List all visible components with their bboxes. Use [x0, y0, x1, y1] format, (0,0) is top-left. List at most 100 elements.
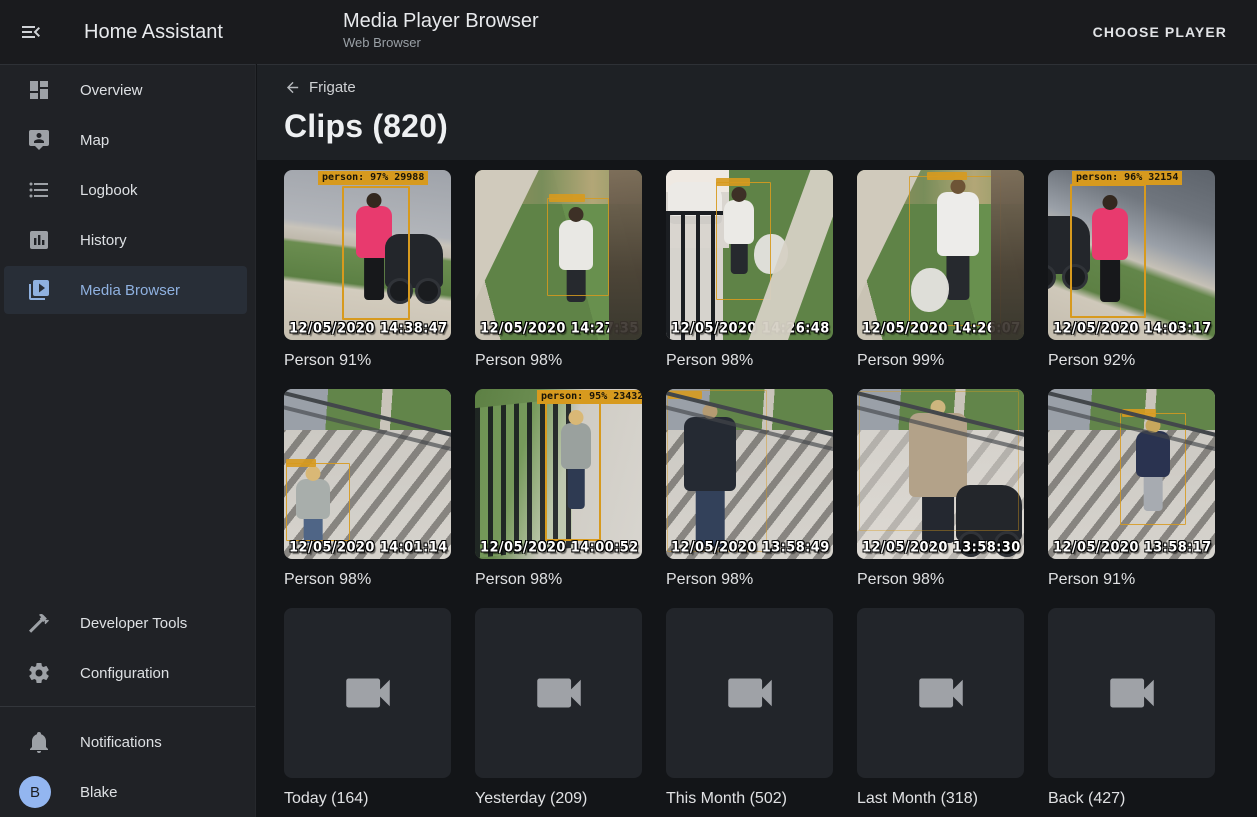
media-browser-header: Frigate Clips (820): [257, 64, 1257, 160]
folder-thumbnail[interactable]: [1048, 608, 1215, 778]
clip-thumbnail[interactable]: 12/05/2020 13:58:49: [666, 389, 833, 559]
gear-icon: [27, 661, 51, 685]
folder-card-yesterday: Yesterday (209): [475, 608, 642, 809]
tooltip-account-icon: [27, 128, 51, 152]
clip-card: 12/05/2020 14:26:48 Person 98%: [666, 170, 833, 371]
clip-card: 12/05/2020 13:58:30 Person 98%: [857, 389, 1024, 590]
sidebar-item-label: Notifications: [80, 734, 162, 751]
detection-box: [909, 176, 1001, 326]
sidewalk-shape: [475, 170, 557, 340]
choose-player-button[interactable]: CHOOSE PLAYER: [1085, 16, 1235, 48]
folder-card-back: Back (427): [1048, 608, 1215, 809]
clip-timestamp: 12/05/2020 14:03:17: [1053, 320, 1212, 337]
clips-grid: person: 97% 29988 12/05/2020 14:38:47 Pe…: [284, 170, 1257, 809]
folder-card-last-month: Last Month (318): [857, 608, 1024, 809]
avatar: B: [19, 776, 51, 808]
web-browser-subtitle: Web Browser: [343, 35, 539, 50]
clip-card: 12/05/2020 14:01:14 Person 98%: [284, 389, 451, 590]
clip-timestamp: 12/05/2020 13:58:30: [862, 539, 1021, 556]
detection-box-label: [927, 172, 967, 180]
clip-thumbnail[interactable]: 12/05/2020 13:58:30: [857, 389, 1024, 559]
video-camera-icon: [339, 664, 397, 722]
sidebar-item-notifications[interactable]: Notifications: [4, 718, 247, 766]
detection-box: [547, 198, 609, 296]
app-title: Home Assistant: [84, 21, 223, 44]
app-header: Home Assistant Media Player Browser Web …: [0, 0, 1257, 64]
clip-card: 12/05/2020 13:58:49 Person 98%: [666, 389, 833, 590]
sidebar-item-media-browser[interactable]: Media Browser: [4, 266, 247, 314]
folder-caption: Last Month (318): [857, 789, 1024, 809]
hammer-icon: [27, 611, 51, 635]
clip-card: 12/05/2020 14:26:07 Person 99%: [857, 170, 1024, 371]
main-content: Frigate Clips (820) person: 97% 29988 12…: [257, 64, 1257, 817]
list-bulleted-icon: [27, 178, 51, 202]
clip-timestamp: 12/05/2020 13:58:49: [671, 539, 830, 556]
video-camera-icon: [721, 664, 779, 722]
clip-timestamp: 12/05/2020 14:26:48: [671, 320, 830, 337]
sidebar-item-history[interactable]: History: [4, 216, 247, 264]
sidebar-item-logbook[interactable]: Logbook: [4, 166, 247, 214]
clip-card: 12/05/2020 13:58:17 Person 91%: [1048, 389, 1215, 590]
sidebar-item-label: History: [80, 232, 127, 249]
detection-box-label: person: 97% 29988: [318, 171, 428, 185]
detection-box: [1070, 184, 1146, 318]
detection-box: [286, 463, 350, 541]
chart-box-icon: [27, 228, 51, 252]
clip-thumbnail[interactable]: 12/05/2020 14:26:48: [666, 170, 833, 340]
detection-box-label: person: 95% 23432: [537, 390, 642, 404]
sidebar-toggle-menu-icon[interactable]: [19, 20, 43, 44]
sidebar-item-label: Developer Tools: [80, 615, 187, 632]
clip-timestamp: 12/05/2020 14:01:14: [289, 539, 448, 556]
clip-thumbnail[interactable]: 12/05/2020 13:58:17: [1048, 389, 1215, 559]
folder-thumbnail[interactable]: [475, 608, 642, 778]
sidebar-item-label: Overview: [80, 82, 143, 99]
arrow-left-icon: [284, 79, 301, 96]
folder-caption: This Month (502): [666, 789, 833, 809]
clip-caption: Person 98%: [666, 570, 833, 590]
page-header-titles: Media Player Browser Web Browser: [343, 9, 539, 50]
folder-card-this-month: This Month (502): [666, 608, 833, 809]
clip-timestamp: 12/05/2020 14:38:47: [289, 320, 448, 337]
clip-timestamp: 12/05/2020 14:00:52: [480, 539, 639, 556]
clip-thumbnail[interactable]: person: 95% 23432 12/05/2020 14:00:52: [475, 389, 642, 559]
folder-thumbnail[interactable]: [857, 608, 1024, 778]
breadcrumb-back-frigate[interactable]: Frigate: [284, 79, 356, 96]
media-player-browser-title: Media Player Browser: [343, 9, 539, 33]
video-camera-icon: [1103, 664, 1161, 722]
detection-box-label: [549, 194, 585, 202]
clip-card: 12/05/2020 14:27:35 Person 98%: [475, 170, 642, 371]
clip-timestamp: 12/05/2020 13:58:17: [1053, 539, 1212, 556]
clip-caption: Person 99%: [857, 351, 1024, 371]
sidebar-item-user-profile[interactable]: B Blake: [4, 768, 247, 816]
folder-thumbnail[interactable]: [284, 608, 451, 778]
sidebar-item-map[interactable]: Map: [4, 116, 247, 164]
detection-box-label: [716, 178, 750, 186]
clip-card: person: 95% 23432 12/05/2020 14:00:52 Pe…: [475, 389, 642, 590]
clip-thumbnail[interactable]: 12/05/2020 14:01:14: [284, 389, 451, 559]
clip-thumbnail[interactable]: person: 96% 32154 12/05/2020 14:03:17: [1048, 170, 1215, 340]
breadcrumb-label: Frigate: [309, 79, 356, 96]
clip-thumbnail[interactable]: person: 97% 29988 12/05/2020 14:38:47: [284, 170, 451, 340]
sidebar-divider: [0, 706, 255, 707]
sidebar-item-developer-tools[interactable]: Developer Tools: [4, 599, 247, 647]
sidebar: Overview Map Logbook History Media Brows…: [0, 64, 256, 817]
folder-caption: Today (164): [284, 789, 451, 809]
page-title: Clips (820): [284, 108, 1257, 145]
folder-thumbnail[interactable]: [666, 608, 833, 778]
detection-box: [667, 390, 767, 552]
clip-caption: Person 98%: [475, 351, 642, 371]
sidebar-item-configuration[interactable]: Configuration: [4, 649, 247, 697]
detection-box-label: [668, 391, 702, 399]
video-camera-icon: [912, 664, 970, 722]
sidebar-item-label: Map: [80, 132, 109, 149]
folder-card-today: Today (164): [284, 608, 451, 809]
sidebar-item-overview[interactable]: Overview: [4, 66, 247, 114]
detection-box: [545, 401, 601, 541]
detection-box: [859, 391, 1019, 531]
sidebar-spacer: [0, 315, 255, 598]
view-dashboard-icon: [27, 78, 51, 102]
clip-thumbnail[interactable]: 12/05/2020 14:26:07: [857, 170, 1024, 340]
clip-thumbnail[interactable]: 12/05/2020 14:27:35: [475, 170, 642, 340]
clip-caption: Person 98%: [857, 570, 1024, 590]
clip-caption: Person 92%: [1048, 351, 1215, 371]
